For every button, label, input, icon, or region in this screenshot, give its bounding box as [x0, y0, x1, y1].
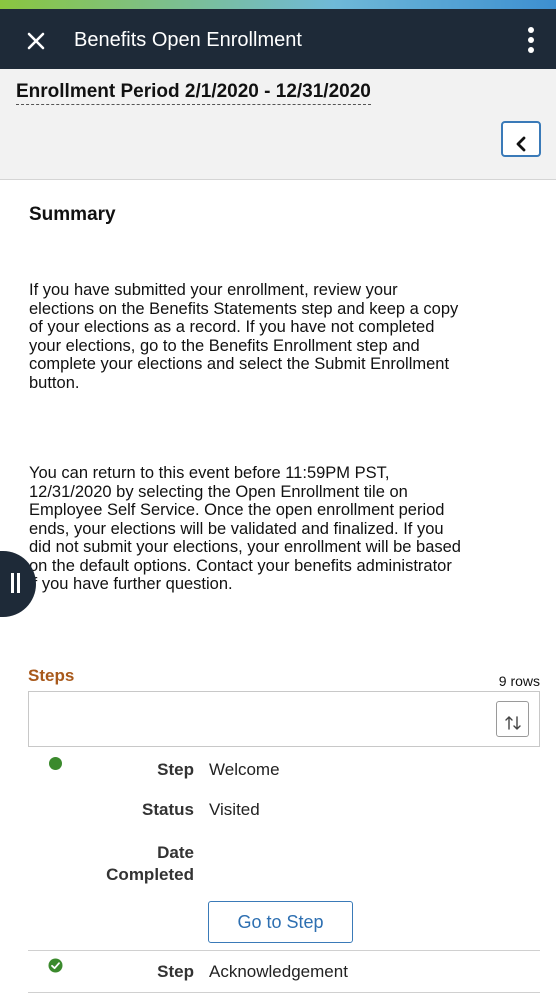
collapse-panel-button[interactable]	[501, 121, 541, 157]
kebab-dot-icon	[528, 27, 534, 33]
text-line: your elections, go to the Benefits Enrol…	[29, 336, 420, 355]
row-count: 9 rows	[498, 673, 540, 689]
text-line: 12/31/2020 by selecting the Open Enrollm…	[29, 482, 408, 501]
text-line: if you have further question.	[29, 575, 233, 593]
text-line: complete your elections and select the S…	[29, 355, 450, 373]
text-line: elections on the Benefits Statements ste…	[29, 299, 459, 318]
close-icon	[27, 32, 45, 50]
summary-heading: Summary	[29, 204, 116, 225]
text-line: You can return to this event before 11:5…	[29, 464, 390, 482]
kebab-dot-icon	[528, 37, 534, 43]
summary-paragraph-1: If you have submitted your enrollment, r…	[29, 281, 544, 392]
title-bar: Benefits Open Enrollment	[0, 9, 556, 69]
pause-bar-icon	[11, 573, 14, 593]
row-divider	[28, 950, 540, 951]
top-accent-strip	[0, 0, 556, 9]
step-label: Step	[157, 760, 194, 779]
step-label: Step	[157, 962, 194, 981]
status-dot-icon	[49, 757, 62, 770]
close-button[interactable]	[16, 23, 56, 59]
pause-bar-icon	[17, 573, 20, 593]
text-line: on the default options. Contact your ben…	[29, 556, 452, 575]
text-line: button.	[29, 373, 80, 392]
go-to-step-button[interactable]: Go to Step	[208, 901, 353, 943]
chevron-left-icon	[516, 136, 526, 151]
steps-heading: Steps	[28, 666, 75, 685]
text-line: ends, your elections will be validated a…	[29, 519, 444, 538]
enrollment-period-title[interactable]: Enrollment Period 2/1/2020 - 12/31/2020	[16, 81, 371, 105]
sort-icon	[504, 716, 521, 730]
row-divider	[28, 992, 540, 993]
text-line: If you have submitted your enrollment, r…	[29, 281, 398, 299]
grid-toolbar	[28, 691, 540, 747]
status-value: Visited	[209, 800, 260, 819]
check-circle-icon	[48, 958, 63, 973]
label-line: Completed	[106, 865, 194, 884]
step-value: Acknowledgement	[209, 962, 348, 981]
page-title: Benefits Open Enrollment	[74, 29, 302, 51]
text-line: Employee Self Service. Once the open enr…	[29, 501, 445, 519]
more-actions-button[interactable]	[520, 23, 542, 59]
kebab-dot-icon	[528, 47, 534, 53]
step-value: Welcome	[209, 760, 280, 779]
text-line: did not submit your elections, your enro…	[29, 538, 461, 556]
sort-button[interactable]	[496, 701, 529, 737]
label-line: Date	[157, 843, 194, 862]
date-completed-label: Date Completed	[106, 842, 194, 886]
text-line: of your elections as a record. If you ha…	[29, 318, 435, 336]
status-label: Status	[142, 800, 194, 819]
enrollment-period-bar: Enrollment Period 2/1/2020 - 12/31/2020	[0, 69, 556, 180]
summary-paragraph-2: You can return to this event before 11:5…	[29, 464, 544, 594]
